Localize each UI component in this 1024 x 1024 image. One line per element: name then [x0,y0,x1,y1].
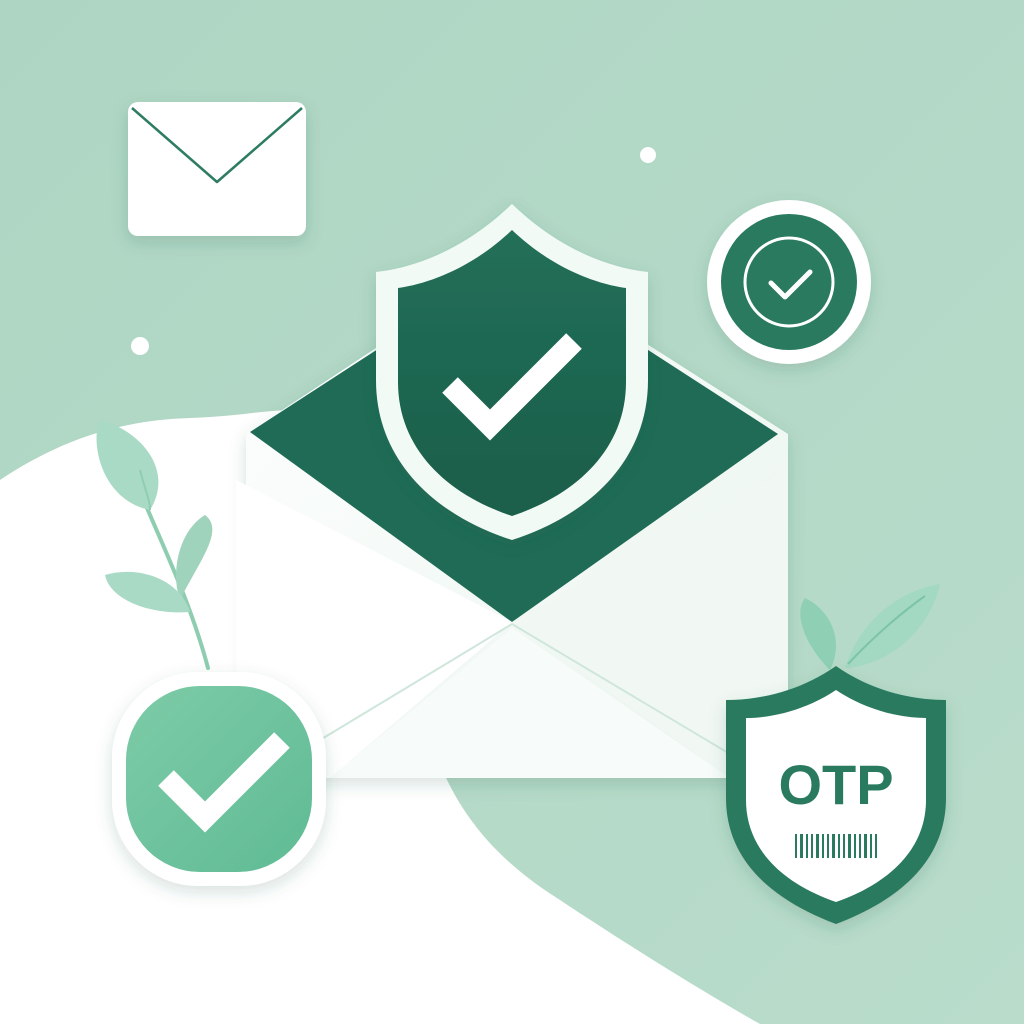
otp-label: OTP [778,753,893,816]
check-square-icon [112,672,326,886]
illustration-scene: OTP [0,0,1024,1024]
illustration-canvas: OTP [0,0,1024,1024]
mail-icon [128,102,306,236]
decor-dot [131,337,149,355]
check-circle-icon [707,200,871,364]
decor-dot [640,147,656,163]
